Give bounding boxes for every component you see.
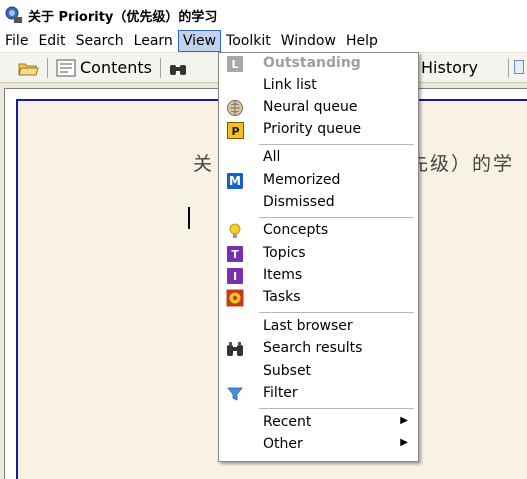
menu-item-label: Recent xyxy=(263,414,312,430)
menu-item-last-browser[interactable]: Last browser xyxy=(219,316,418,338)
priority-icon: P xyxy=(226,121,244,139)
outstanding-L-icon: L xyxy=(226,55,244,73)
menu-search[interactable]: Search xyxy=(71,30,129,52)
menu-item-label: Link list xyxy=(263,77,317,93)
menu-item-memorized[interactable]: M Memorized xyxy=(219,170,418,192)
toolbar-separator xyxy=(47,57,48,78)
window-title: 关于 Priority（优先级）的学习 xyxy=(28,9,218,25)
menu-edit[interactable]: Edit xyxy=(33,30,70,52)
history-label: History xyxy=(421,58,478,77)
title-bar: 关于 Priority（优先级）的学习 xyxy=(0,0,527,30)
menu-item-label: Topics xyxy=(263,245,306,261)
heading-left-fragment: 关 xyxy=(193,153,215,175)
contents-label: Contents xyxy=(80,58,152,77)
menu-item-label: Neural queue xyxy=(263,99,358,115)
item-I-icon: I xyxy=(226,267,244,285)
search-binoculars-button[interactable] xyxy=(166,55,190,81)
menu-separator xyxy=(259,408,414,409)
submenu-arrow-icon: ▶ xyxy=(400,437,408,448)
menu-item-tasks[interactable]: Tasks xyxy=(219,287,418,309)
history-button[interactable]: History xyxy=(418,55,481,81)
menu-item-label: Tasks xyxy=(263,289,301,305)
menu-separator xyxy=(259,144,414,145)
toolbar-separator xyxy=(159,57,161,78)
menu-separator xyxy=(259,312,414,313)
lightbulb-icon xyxy=(226,222,244,240)
menu-item-label: Concepts xyxy=(263,222,329,238)
toolbar-separator xyxy=(508,57,509,78)
brain-icon xyxy=(226,99,244,117)
binoculars-icon xyxy=(169,64,186,75)
menu-item-filter[interactable]: Filter xyxy=(219,383,418,405)
menu-window[interactable]: Window xyxy=(276,30,341,52)
menu-item-priority-queue[interactable]: P Priority queue xyxy=(219,119,418,141)
menu-toolkit[interactable]: Toolkit xyxy=(221,30,276,52)
menu-item-items[interactable]: I Items xyxy=(219,265,418,287)
menu-view[interactable]: View xyxy=(177,30,222,52)
menu-item-other[interactable]: Other ▶ xyxy=(219,434,418,456)
menu-item-label: Last browser xyxy=(263,318,353,334)
task-flower-icon xyxy=(226,289,244,307)
menu-item-topics[interactable]: T Topics xyxy=(219,243,418,265)
menu-file[interactable]: File xyxy=(0,30,33,52)
folder-icon xyxy=(18,63,39,75)
menu-item-label: Priority queue xyxy=(263,121,362,137)
submenu-arrow-icon: ▶ xyxy=(400,415,408,426)
open-folder-button[interactable] xyxy=(14,55,42,81)
menu-item-outstanding[interactable]: L Outstanding xyxy=(219,53,418,75)
menu-help[interactable]: Help xyxy=(341,30,383,52)
menu-item-neural-queue[interactable]: Neural queue xyxy=(219,97,418,119)
menu-item-label: Outstanding xyxy=(263,55,361,71)
menu-item-label: Search results xyxy=(263,340,363,356)
menu-item-concepts[interactable]: Concepts xyxy=(219,220,418,242)
menu-item-search-results[interactable]: Search results xyxy=(219,338,418,360)
filter-funnel-icon xyxy=(226,385,244,403)
menu-item-label: Items xyxy=(263,267,303,283)
menu-item-label: Subset xyxy=(263,363,312,379)
view-menu-dropdown: L Outstanding Link list Neural queue P P… xyxy=(218,52,419,462)
contents-icon xyxy=(56,59,76,76)
svg-text:P: P xyxy=(231,125,239,138)
menu-bar: File Edit Search Learn View Toolkit Wind… xyxy=(0,30,527,52)
menu-item-link-list[interactable]: Link list xyxy=(219,75,418,97)
menu-item-label: Filter xyxy=(263,385,298,401)
menu-separator xyxy=(259,217,414,218)
heading-right-fragment: 先级）的学 xyxy=(409,153,515,175)
toolbar-overflow-icon[interactable] xyxy=(514,60,524,74)
menu-item-label: Other xyxy=(263,436,303,452)
menu-item-subset[interactable]: Subset xyxy=(219,361,418,383)
text-caret xyxy=(188,207,190,229)
menu-learn[interactable]: Learn xyxy=(129,30,178,52)
app-logo-icon xyxy=(5,6,22,23)
menu-item-recent[interactable]: Recent ▶ xyxy=(219,412,418,434)
menu-item-all[interactable]: All xyxy=(219,147,418,169)
memorized-M-icon: M xyxy=(226,172,244,190)
topic-T-icon: T xyxy=(226,245,244,263)
binoculars-icon xyxy=(226,340,244,358)
menu-item-label: Dismissed xyxy=(263,194,335,210)
menu-item-label: All xyxy=(263,149,281,165)
menu-item-label: Memorized xyxy=(263,172,341,188)
menu-item-dismissed[interactable]: Dismissed xyxy=(219,192,418,214)
contents-button[interactable]: Contents xyxy=(53,55,155,81)
